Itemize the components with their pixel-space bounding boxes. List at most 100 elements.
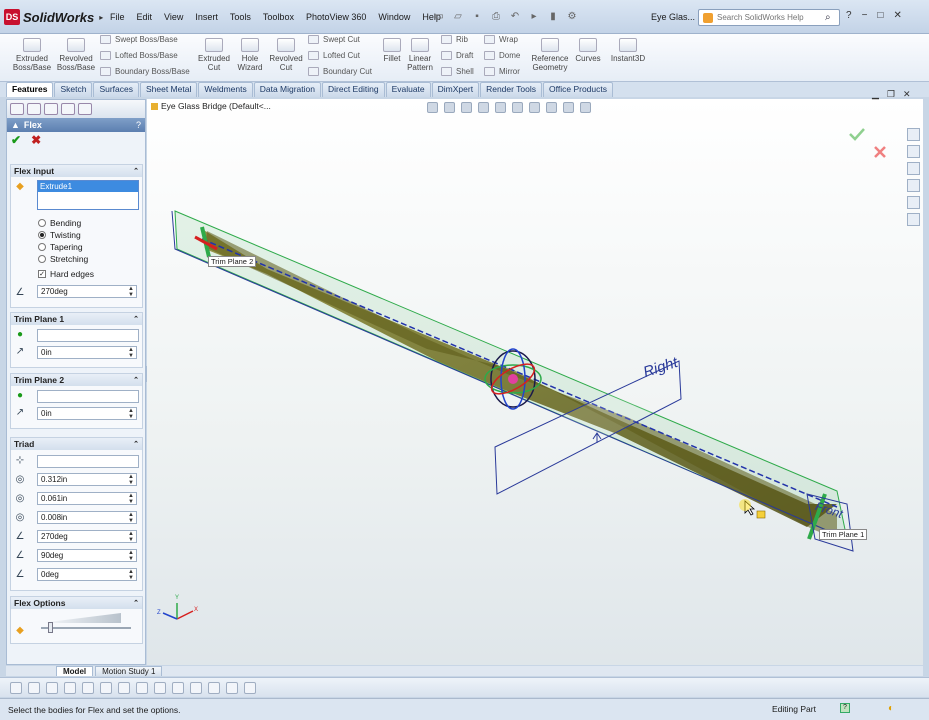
open-icon[interactable]: ▱ <box>451 9 465 23</box>
spin-arrows-icon[interactable]: ▲ ▼ <box>128 474 134 486</box>
spin-arrows-icon[interactable]: ▲ ▼ <box>128 512 134 524</box>
help-status-icon[interactable]: ? <box>840 703 850 713</box>
filter-annotations-icon[interactable] <box>190 681 202 694</box>
property-manager-tab-icon[interactable] <box>27 103 41 115</box>
spin-arrows-icon[interactable]: ▲ ▼ <box>128 347 134 359</box>
extruded-cut-button[interactable]: Extruded Cut <box>193 38 235 72</box>
print-icon[interactable]: ⎙ <box>489 9 503 23</box>
revolved-cut-button[interactable]: Revolved Cut <box>266 38 306 72</box>
doc-restore-button[interactable]: ❐ <box>887 89 895 100</box>
option-twisting[interactable]: Twisting <box>38 230 81 240</box>
tab-model[interactable]: Model <box>56 666 94 676</box>
filter-solids-icon[interactable] <box>244 681 256 694</box>
maximize-button[interactable]: □ <box>877 10 883 21</box>
boundary-cut-button[interactable]: Boundary Cut <box>308 67 372 76</box>
file-explorer-icon[interactable] <box>907 162 920 175</box>
triad-rot1-field[interactable]: 270deg ▲ ▼ <box>37 530 137 543</box>
fillet-button[interactable]: Fillet <box>379 38 405 63</box>
boundary-boss-button[interactable]: Boundary Boss/Base <box>100 67 190 76</box>
tab-features[interactable]: Features <box>6 82 54 97</box>
menu-edit[interactable]: Edit <box>131 10 159 24</box>
tab-sketch[interactable]: Sketch <box>54 82 93 97</box>
accuracy-slider-track[interactable] <box>41 627 131 629</box>
collapse-icon[interactable]: ⌃ <box>133 315 139 323</box>
doc-minimize-button[interactable]: ▁ <box>872 89 879 100</box>
swept-cut-button[interactable]: Swept Cut <box>308 35 360 44</box>
new-document-icon[interactable]: ▭ <box>432 9 446 23</box>
radio-tapering[interactable] <box>38 243 46 251</box>
bodies-selection-box[interactable]: Extrude1 <box>37 180 139 210</box>
reference-geometry-button[interactable]: Reference Geometry <box>528 38 572 72</box>
solidworks-logo[interactable]: DS SolidWorks ▸ <box>4 6 103 28</box>
feature-tree-tab-icon[interactable] <box>10 103 24 115</box>
spin-arrows-icon[interactable]: ▲ ▼ <box>128 286 134 298</box>
hard-edges-checkbox[interactable]: ✓ Hard edges <box>38 269 94 279</box>
filter-sketch-icon[interactable] <box>100 681 112 694</box>
search-icon[interactable]: ⌕ <box>825 12 831 23</box>
menu-insert[interactable]: Insert <box>189 10 224 24</box>
rebuild-icon[interactable]: ▮ <box>546 9 560 23</box>
save-icon[interactable]: ▪ <box>470 9 484 23</box>
close-button[interactable]: ✕ <box>893 10 901 21</box>
tab-office-products[interactable]: Office Products <box>543 82 613 97</box>
triad-rot3-field[interactable]: 0deg ▲ ▼ <box>37 568 137 581</box>
rib-button[interactable]: Rib <box>441 35 468 44</box>
tab-motion-study-1[interactable]: Motion Study 1 <box>95 666 163 676</box>
solidworks-resources-icon[interactable] <box>907 128 920 141</box>
filter-bodies-icon[interactable] <box>172 681 184 694</box>
confirm-ok-icon[interactable] <box>849 128 865 141</box>
tab-weldments[interactable]: Weldments <box>198 82 253 97</box>
menu-photoview[interactable]: PhotoView 360 <box>300 10 372 24</box>
design-library-icon[interactable] <box>907 145 920 158</box>
tab-surfaces[interactable]: Surfaces <box>93 82 139 97</box>
help-icon[interactable]: ? <box>136 120 141 130</box>
lofted-boss-button[interactable]: Lofted Boss/Base <box>100 51 178 60</box>
filter-axes-icon[interactable] <box>136 681 148 694</box>
selected-body-item[interactable]: Extrude1 <box>38 181 138 192</box>
linear-pattern-button[interactable]: Linear Pattern <box>403 38 437 72</box>
triad-x-field[interactable]: 0.312in ▲ ▼ <box>37 473 137 486</box>
option-stretching[interactable]: Stretching <box>38 254 88 264</box>
minimize-button[interactable]: − <box>862 10 868 21</box>
spin-arrows-icon[interactable]: ▲ ▼ <box>128 569 134 581</box>
menu-tools[interactable]: Tools <box>224 10 257 24</box>
display-manager-tab-icon[interactable] <box>78 103 92 115</box>
trim-plane-1-offset-field[interactable]: 0in ▲ ▼ <box>37 346 137 359</box>
extruded-boss-button[interactable]: Extruded Boss/Base <box>10 38 54 72</box>
instant3d-button[interactable]: Instant3D <box>608 38 648 63</box>
menu-view[interactable]: View <box>158 10 189 24</box>
angle-field[interactable]: 270deg ▲ ▼ <box>37 285 137 298</box>
tab-render-tools[interactable]: Render Tools <box>480 82 543 97</box>
hole-wizard-button[interactable]: Hole Wizard <box>230 38 270 72</box>
triad-selection-box[interactable] <box>37 455 139 468</box>
chevron-right-icon[interactable]: ▸ <box>99 13 103 22</box>
option-bending[interactable]: Bending <box>38 218 81 228</box>
dome-button[interactable]: Dome <box>484 51 520 60</box>
spin-arrows-icon[interactable]: ▲ ▼ <box>128 531 134 543</box>
tab-dimxpert[interactable]: DimXpert <box>431 82 480 97</box>
menu-toolbox[interactable]: Toolbox <box>257 10 300 24</box>
collapse-icon[interactable]: ⌃ <box>133 167 139 175</box>
shell-button[interactable]: Shell <box>441 67 474 76</box>
trim-plane-1-header[interactable]: Trim Plane 1 ⌃ <box>11 313 142 325</box>
radio-twisting[interactable] <box>38 231 46 239</box>
swept-boss-button[interactable]: Swept Boss/Base <box>100 35 178 44</box>
help-search[interactable]: ⌕ <box>698 9 840 26</box>
tab-sheet-metal[interactable]: Sheet Metal <box>139 82 198 97</box>
rebuild-status-icon[interactable]: ◐ <box>888 703 894 714</box>
filter-toggle-icon[interactable] <box>64 681 76 694</box>
options-icon[interactable]: ⚙ <box>565 9 579 23</box>
doc-close-button[interactable]: ✕ <box>903 89 911 100</box>
appearances-icon[interactable] <box>907 196 920 209</box>
radio-bending[interactable] <box>38 219 46 227</box>
triad-header[interactable]: Triad ⌃ <box>11 438 142 450</box>
menu-file[interactable]: File <box>104 10 131 24</box>
menu-window[interactable]: Window <box>372 10 416 24</box>
option-tapering[interactable]: Tapering <box>38 242 83 252</box>
tab-evaluate[interactable]: Evaluate <box>385 82 431 97</box>
accuracy-slider-thumb[interactable] <box>48 622 53 633</box>
triad-rot2-field[interactable]: 90deg ▲ ▼ <box>37 549 137 562</box>
trim-plane-2-header[interactable]: Trim Plane 2 ⌃ <box>11 374 142 386</box>
filter-vertices-icon[interactable] <box>10 681 22 694</box>
confirm-cancel-icon[interactable] <box>874 146 886 158</box>
